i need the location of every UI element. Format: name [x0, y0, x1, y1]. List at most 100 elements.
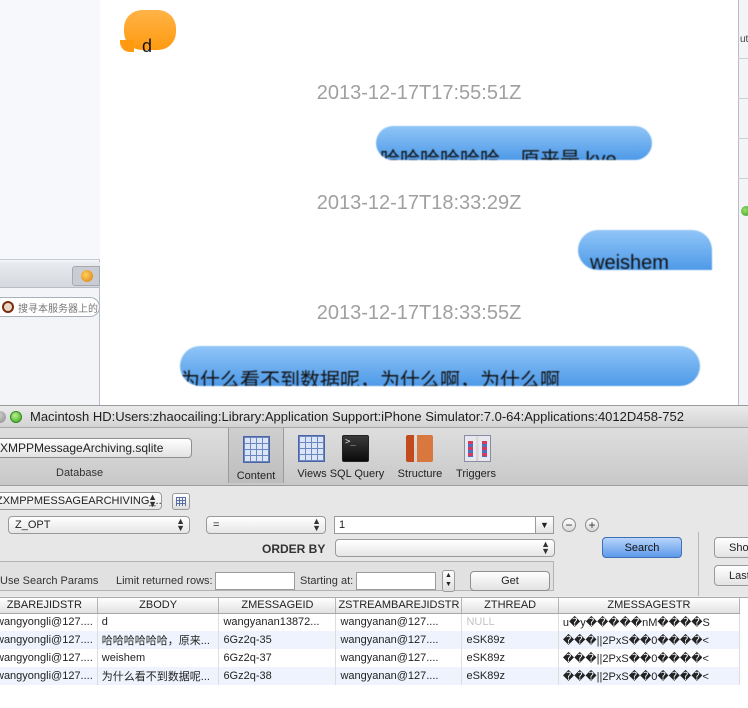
- message-timestamp: 2013-12-17T17:55:51Z: [316, 82, 522, 104]
- toolbar-triggers-button[interactable]: Triggers: [450, 431, 502, 483]
- filter-panel: ZXMPPMESSAGEARCHIVING_... ▲ ▼ Z_OPT ▲ ▼ = …: [0, 486, 748, 596]
- toolbar-label: Structure: [397, 468, 443, 480]
- table-cell[interactable]: wangyanan13872...: [218, 613, 337, 631]
- order-by-label: ORDER BY: [262, 542, 326, 556]
- table-cell[interactable]: wangyongli@127....: [0, 613, 98, 631]
- table-cell[interactable]: NULL: [461, 613, 559, 631]
- table-row[interactable]: wangyongli@127.... 为什么看不到数据呢... 6Gz2q-38…: [0, 667, 741, 685]
- table-cell[interactable]: eSK89z: [461, 631, 559, 649]
- sqlite-browser-window: Macintosh HD:Users:zhaocailing:Library:A…: [0, 405, 748, 708]
- chevron-down-icon[interactable]: ▼: [536, 516, 554, 534]
- table-cell[interactable]: wangyongli@127....: [0, 667, 98, 685]
- column-header[interactable]: ZTHREAD: [461, 598, 559, 614]
- show-button[interactable]: Show: [714, 537, 748, 558]
- starting-at-label: Starting at:: [300, 575, 354, 587]
- message-timestamp: 2013-12-17T18:33:55Z: [316, 302, 522, 324]
- extension-icon: [81, 270, 93, 282]
- table-cell[interactable]: wangyanan@127....: [335, 667, 463, 685]
- remove-filter-button[interactable]: −: [562, 518, 576, 532]
- table-cell[interactable]: ���||2PxS��0����<: [558, 667, 741, 685]
- column-header[interactable]: ZSTREAMBAREJIDSTR: [335, 598, 463, 614]
- window-minimize-icon[interactable]: [0, 411, 6, 423]
- chevron-updown-icon: ▲ ▼: [148, 492, 157, 509]
- operator-select[interactable]: = ▲ ▼: [206, 516, 326, 534]
- background-browser-tab[interactable]: [72, 266, 100, 286]
- table-select[interactable]: ZXMPPMESSAGEARCHIVING_... ▲ ▼: [0, 492, 162, 510]
- column-header[interactable]: ZBAREJIDSTR: [0, 598, 98, 614]
- table-cell[interactable]: ���||2PxS��0����<: [558, 649, 741, 667]
- column-header[interactable]: ZBODY: [97, 598, 220, 614]
- limit-rows-input[interactable]: [215, 572, 295, 590]
- starting-at-stepper[interactable]: ▲ ▼: [442, 570, 455, 592]
- background-right-text: ut: [740, 34, 748, 45]
- table-cell[interactable]: wangyanan@127....: [335, 649, 463, 667]
- table-cell[interactable]: 6Gz2q-38: [218, 667, 337, 685]
- outgoing-message-bubble[interactable]: 哈哈哈哈哈哈，原来是 kye: [376, 126, 652, 160]
- window-zoom-icon[interactable]: [10, 411, 22, 423]
- views-grid-icon: [298, 435, 325, 462]
- use-search-params-checkbox[interactable]: Use Search Params: [0, 575, 98, 587]
- table-cell[interactable]: wangyongli@127....: [0, 649, 98, 667]
- filter-value-input[interactable]: 1: [334, 516, 536, 534]
- table-cell[interactable]: wangyongli@127....: [0, 631, 98, 649]
- background-right-divider: [738, 178, 748, 179]
- last-button[interactable]: Last: [714, 565, 748, 586]
- field-select[interactable]: Z_OPT ▲ ▼: [8, 516, 190, 534]
- table-cell[interactable]: u�y�����nM����S: [558, 613, 741, 631]
- table-cell[interactable]: eSK89z: [461, 649, 559, 667]
- window-titlebar[interactable]: Macintosh HD:Users:zhaocailing:Library:A…: [0, 406, 748, 428]
- message-text: d: [142, 36, 153, 56]
- status-dot-icon: [741, 206, 748, 216]
- toolbar-content-button[interactable]: Content: [228, 428, 284, 483]
- results-table: ZBAREJIDSTR ZBODY ZMESSAGEID ZSTREAMBARE…: [0, 597, 748, 708]
- add-filter-button[interactable]: +: [585, 518, 599, 532]
- table-cell[interactable]: 6Gz2q-35: [218, 631, 337, 649]
- window-title: Macintosh HD:Users:zhaocailing:Library:A…: [30, 409, 684, 424]
- table-cell[interactable]: ���||2PxS��0����<: [558, 631, 741, 649]
- table-header-row: ZBAREJIDSTR ZBODY ZMESSAGEID ZSTREAMBARE…: [0, 598, 741, 614]
- incoming-message-bubble[interactable]: d: [120, 10, 176, 56]
- terminal-icon: >_: [342, 435, 369, 462]
- field-select-value: Z_OPT: [15, 519, 51, 531]
- chevron-updown-icon: ▲ ▼: [176, 516, 185, 533]
- table-cell[interactable]: weishem: [97, 649, 220, 667]
- starting-at-input[interactable]: [356, 572, 436, 590]
- table-cell[interactable]: wangyanan@127....: [335, 631, 463, 649]
- table-row[interactable]: wangyongli@127.... 哈哈哈哈哈哈，原来... 6Gz2q-35…: [0, 631, 741, 649]
- get-button[interactable]: Get: [470, 571, 550, 591]
- search-button[interactable]: Search: [602, 537, 682, 558]
- toolbar-sql-query-button[interactable]: >_ SQL Query: [328, 431, 386, 483]
- toolbar-label: SQL Query: [329, 468, 385, 480]
- table-cell[interactable]: 6Gz2q-37: [218, 649, 337, 667]
- table-row[interactable]: wangyongli@127.... d wangyanan13872... w…: [0, 613, 741, 631]
- column-header[interactable]: ZMESSAGESTR: [558, 598, 741, 614]
- table-cell[interactable]: wangyanan@127....: [335, 613, 463, 631]
- table-cell[interactable]: eSK89z: [461, 667, 559, 685]
- table-cell[interactable]: 为什么看不到数据呢...: [97, 667, 220, 685]
- order-by-select[interactable]: ▲ ▼: [335, 539, 555, 557]
- message-text: 为什么看不到数据呢，为什么啊，为什么啊: [180, 370, 560, 386]
- background-search-field[interactable]: 搜寻本服务器上的: [0, 297, 100, 317]
- structure-icon: [406, 435, 433, 462]
- database-label: Database: [56, 467, 104, 479]
- toolbar-label: Content: [236, 470, 276, 482]
- chevron-updown-icon: ▲ ▼: [312, 516, 321, 533]
- content-table-icon: [243, 436, 270, 463]
- table-info-icon[interactable]: [172, 493, 190, 510]
- column-header[interactable]: ZMESSAGEID: [218, 598, 337, 614]
- toolbar-structure-button[interactable]: Structure: [392, 431, 448, 483]
- outgoing-message-bubble[interactable]: 为什么看不到数据呢，为什么啊，为什么啊: [180, 346, 700, 386]
- table-cell[interactable]: 哈哈哈哈哈哈，原来...: [97, 631, 220, 649]
- database-select[interactable]: XMPPMessageArchiving.sqlite: [0, 438, 192, 458]
- table-cell[interactable]: d: [97, 613, 220, 631]
- toolbar-label: Triggers: [456, 468, 496, 480]
- chevron-updown-icon: ▲ ▼: [541, 539, 550, 556]
- outgoing-message-bubble[interactable]: weishem: [578, 230, 712, 270]
- table-select-value: ZXMPPMESSAGEARCHIVING_...: [0, 495, 162, 507]
- message-text: 哈哈哈哈哈哈，原来是 kye: [380, 149, 617, 160]
- message-text: weishem: [590, 252, 669, 270]
- message-timestamp: 2013-12-17T18:33:29Z: [316, 192, 522, 214]
- table-row[interactable]: wangyongli@127.... weishem 6Gz2q-37 wang…: [0, 649, 741, 667]
- filter-divider: [698, 532, 699, 596]
- limit-label: Limit returned rows:: [116, 575, 213, 587]
